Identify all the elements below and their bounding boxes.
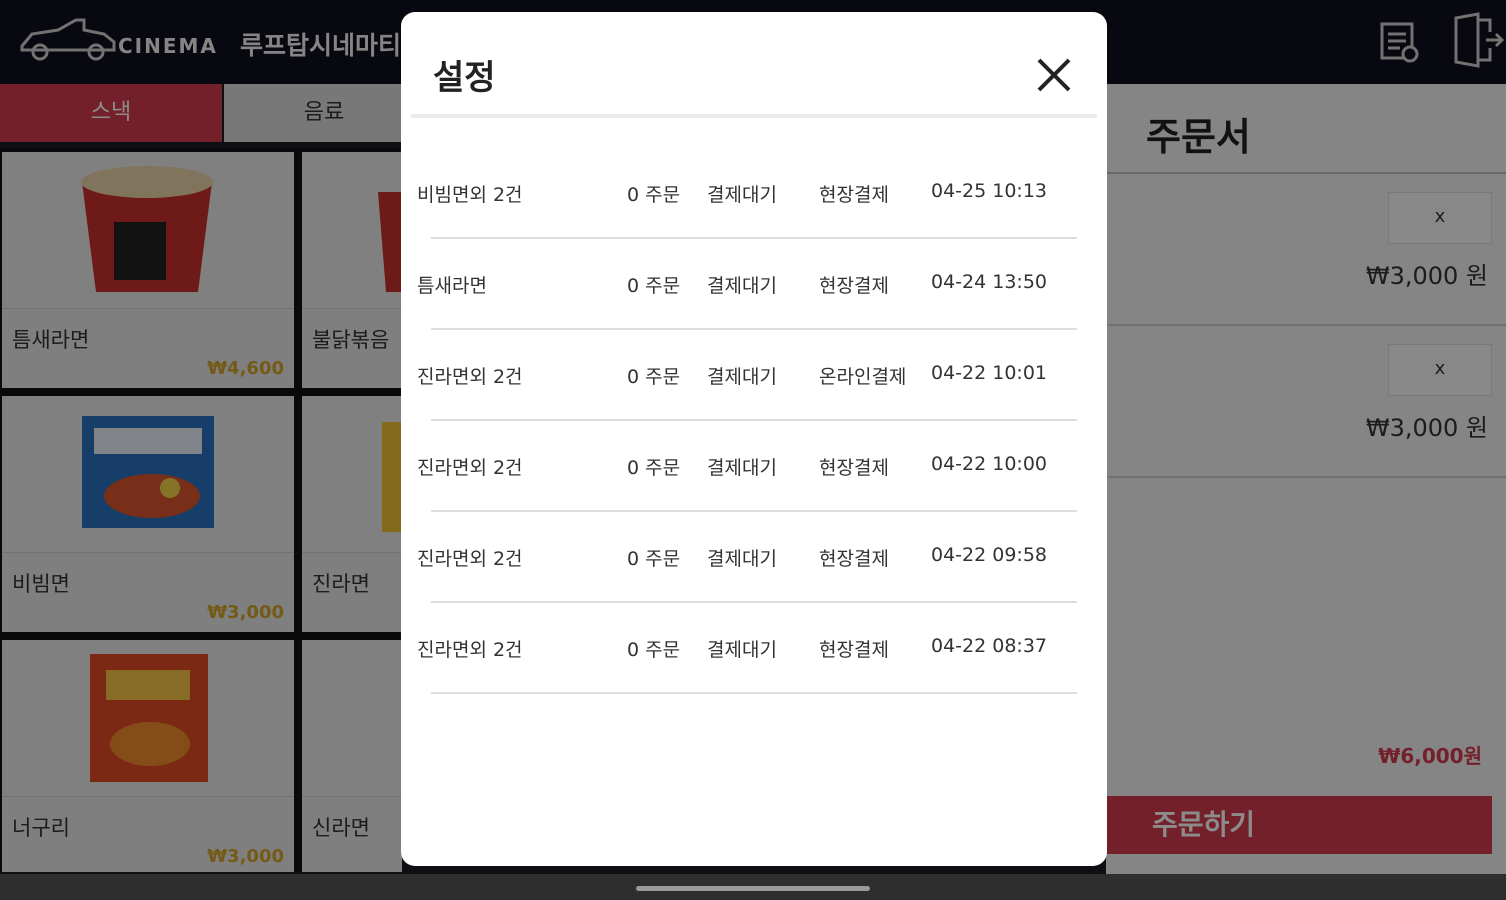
order-name: 진라면외 2건: [417, 548, 523, 570]
order-history-row[interactable]: 비빔면외 2건 0 주문 결제대기 현장결제 04-25 10:13: [401, 148, 1107, 239]
payment-method: 현장결제: [819, 457, 889, 479]
close-icon[interactable]: [1027, 48, 1081, 102]
order-time: 04-22 10:01: [931, 362, 1048, 384]
order-history-row[interactable]: 진라면외 2건 0 주문 결제대기 현장결제 04-22 09:58: [401, 512, 1107, 603]
payment-method: 온라인결제: [819, 366, 907, 388]
order-count: 0 주문: [627, 184, 681, 206]
order-time: 04-24 13:50: [931, 271, 1048, 293]
payment-method: 현장결제: [819, 639, 889, 661]
divider: [431, 692, 1077, 694]
payment-method: 현장결제: [819, 184, 889, 206]
order-name: 진라면외 2건: [417, 457, 523, 479]
order-history-row[interactable]: 틈새라면 0 주문 결제대기 현장결제 04-24 13:50: [401, 239, 1107, 330]
order-history-list: 비빔면외 2건 0 주문 결제대기 현장결제 04-25 10:13 틈새라면 …: [401, 148, 1107, 694]
order-count: 0 주문: [627, 275, 681, 297]
system-nav-bar: [0, 874, 1506, 900]
order-name: 비빔면외 2건: [417, 184, 523, 206]
home-indicator[interactable]: [636, 886, 870, 891]
order-count: 0 주문: [627, 366, 681, 388]
order-count: 0 주문: [627, 457, 681, 479]
payment-status: 결제대기: [707, 275, 777, 297]
payment-status: 결제대기: [707, 457, 777, 479]
order-time: 04-22 09:58: [931, 544, 1048, 566]
modal-divider: [411, 114, 1097, 118]
payment-status: 결제대기: [707, 184, 777, 206]
order-time: 04-22 08:37: [931, 635, 1048, 657]
settings-modal: 설정 비빔면외 2건 0 주문 결제대기 현장결제 04-25 10:13 틈새…: [401, 12, 1107, 866]
order-time: 04-22 10:00: [931, 453, 1048, 475]
payment-method: 현장결제: [819, 275, 889, 297]
order-count: 0 주문: [627, 639, 681, 661]
order-time: 04-25 10:13: [931, 180, 1048, 202]
order-history-row[interactable]: 진라면외 2건 0 주문 결제대기 현장결제 04-22 08:37: [401, 603, 1107, 694]
payment-status: 결제대기: [707, 548, 777, 570]
order-history-row[interactable]: 진라면외 2건 0 주문 결제대기 현장결제 04-22 10:00: [401, 421, 1107, 512]
order-name: 진라면외 2건: [417, 366, 523, 388]
payment-method: 현장결제: [819, 548, 889, 570]
modal-title: 설정: [433, 58, 496, 98]
payment-status: 결제대기: [707, 366, 777, 388]
order-count: 0 주문: [627, 548, 681, 570]
order-name: 틈새라면: [417, 275, 487, 297]
order-name: 진라면외 2건: [417, 639, 523, 661]
order-history-row[interactable]: 진라면외 2건 0 주문 결제대기 온라인결제 04-22 10:01: [401, 330, 1107, 421]
payment-status: 결제대기: [707, 639, 777, 661]
